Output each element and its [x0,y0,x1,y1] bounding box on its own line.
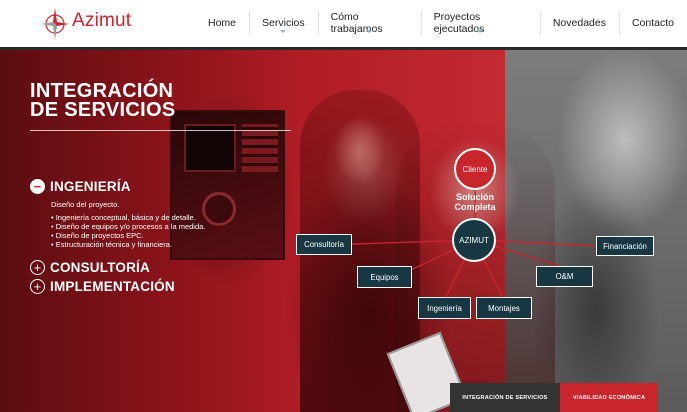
diagram-node-equipos-label: Equipos [370,272,399,282]
diagram-node-azimut-label: AZIMUT [459,235,489,245]
diagram-node-consultoria[interactable]: Consultoría [296,234,352,255]
nav-contacto[interactable]: Contacto [618,0,687,46]
nav-servicios-label: Servicios [262,17,305,29]
diagram-node-cliente[interactable]: Cliente [454,148,496,190]
tab-viabilidad-economica[interactable]: VIABILIDAD ECONÓMICA [560,383,658,412]
nav-home-label: Home [208,17,237,29]
service-diagram-links [351,190,597,298]
nav-proyectos[interactable]: Proyectos ejecutados [420,0,540,46]
diagram-node-financiacion-label: Financiación [603,241,647,251]
diagram-node-montajes[interactable]: Montajes [476,297,532,319]
nav-como-trabajamos[interactable]: Cómo trabajamos [317,0,421,46]
main-nav: Home Servicios Cómo trabajamos Proyectos… [195,0,687,46]
chevron-down-icon [366,30,373,33]
tab-viabilidad-label: VIABILIDAD ECONÓMICA [572,395,646,401]
tab-integracion-label: INTEGRACIÓN DE SERVICIOS [462,395,548,401]
diagram-node-om-label: O&M [555,272,574,281]
diagram-node-ingenieria[interactable]: Ingeniería [418,297,471,319]
solution-line-1: Solución [456,192,494,202]
logo-text: Azimut [72,10,132,31]
nav-home[interactable]: Home [195,0,249,46]
diagram-node-financiacion[interactable]: Financiación [596,236,654,256]
diagram-node-equipos[interactable]: Equipos [357,266,412,288]
nav-novedades-label: Novedades [552,17,606,29]
tab-integracion-servicios[interactable]: INTEGRACIÓN DE SERVICIOS [450,383,560,412]
diagram-node-ingenieria-label: Ingeniería [427,303,462,313]
diagram-node-cliente-label: Cliente [462,164,488,174]
diagram-node-montajes-label: Montajes [488,303,520,313]
site-header: Azimut Home Servicios Cómo trabajamos Pr… [0,0,687,50]
diagram-node-azimut[interactable]: AZIMUT [452,218,496,262]
logo[interactable]: Azimut [40,6,160,40]
chevron-down-icon [477,30,484,33]
compass-rose-icon [41,8,69,40]
nav-servicios[interactable]: Servicios [249,0,318,46]
solution-line-2: Completa [454,201,496,212]
nav-contacto-label: Contacto [631,17,674,29]
diagram-solution-label: Solución Completa [445,192,505,212]
diagram-node-om[interactable]: O&M [536,266,593,287]
chevron-down-icon [280,30,287,33]
nav-novedades[interactable]: Novedades [539,0,619,46]
hero-section: INTEGRACIÓN DE SERVICIOS − INGENIERÍA Di… [0,50,687,412]
diagram-node-consultoria-label: Consultoría [304,240,344,249]
